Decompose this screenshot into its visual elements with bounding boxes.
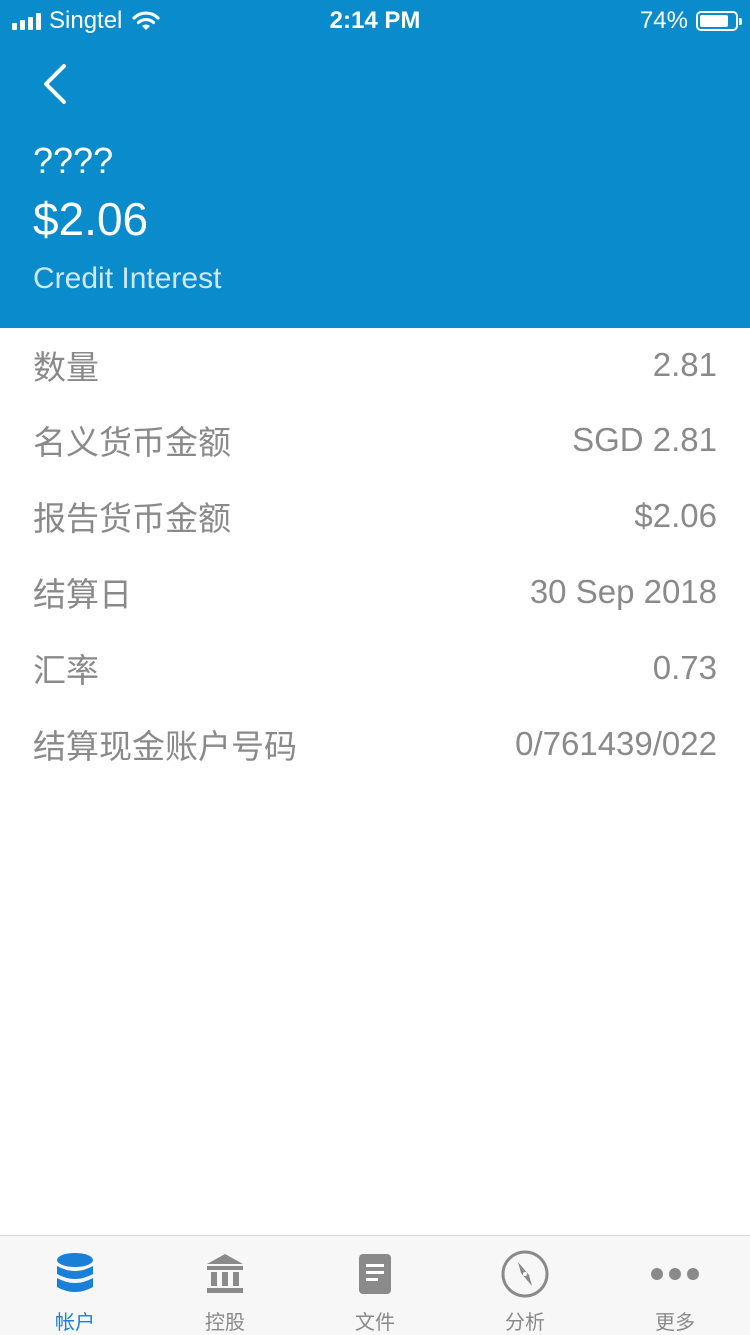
detail-label: 报告货币金额 [33, 500, 231, 537]
status-time: 2:14 PM [329, 7, 421, 34]
detail-row-settlement-date: 结算日 30 Sep 2018 [0, 554, 750, 630]
transaction-subtitle: ???? [33, 140, 114, 181]
detail-label: 汇率 [33, 652, 99, 689]
detail-label: 结算现金账户号码 [33, 728, 297, 765]
tab-documents[interactable]: 文件 [300, 1236, 450, 1335]
detail-row-reporting-amount: 报告货币金额 $2.06 [0, 478, 750, 554]
database-icon [57, 1253, 93, 1292]
detail-value: 0/761439/022 [515, 725, 717, 762]
detail-row-quantity: 数量 2.81 [0, 328, 750, 402]
compass-icon [501, 1250, 549, 1298]
transaction-amount: $2.06 [33, 193, 149, 245]
detail-row-exchange-rate: 汇率 0.73 [0, 630, 750, 706]
detail-label: 结算日 [33, 576, 132, 613]
status-right: 74% [639, 7, 742, 35]
tab-label: 更多 [655, 1312, 695, 1334]
detail-value: SGD 2.81 [572, 421, 717, 458]
transaction-details: 数量 2.81 名义货币金额 SGD 2.81 报告货币金额 $2.06 结算日… [0, 328, 750, 782]
detail-value: 0.73 [652, 649, 717, 686]
tab-accounts[interactable]: 帐户 [0, 1236, 150, 1335]
header: Singtel 2:14 PM 74% ???? $2.06 Credit In… [0, 0, 750, 328]
detail-label: 名义货币金额 [33, 424, 231, 461]
detail-row-nominal-amount: 名义货币金额 SGD 2.81 [0, 402, 750, 478]
tab-analysis[interactable]: 分析 [450, 1236, 600, 1335]
detail-value: 2.81 [652, 346, 717, 383]
chevron-left-icon [44, 64, 66, 104]
bank-icon [207, 1254, 243, 1293]
transaction-type: Credit Interest [33, 262, 222, 295]
detail-value: $2.06 [634, 497, 717, 534]
tab-label: 分析 [505, 1312, 545, 1334]
detail-value: 30 Sep 2018 [529, 573, 717, 610]
battery-icon [696, 11, 742, 31]
status-bar: Singtel 2:14 PM 74% [0, 0, 750, 40]
detail-label: 数量 [33, 349, 99, 386]
tab-label: 文件 [355, 1312, 395, 1334]
tab-more[interactable]: 更多 [600, 1236, 750, 1335]
tab-label: 控股 [205, 1312, 245, 1334]
more-icon [651, 1268, 699, 1280]
back-button[interactable] [34, 60, 78, 108]
detail-row-settlement-account: 结算现金账户号码 0/761439/022 [0, 706, 750, 782]
battery-percent: 74% [639, 7, 688, 34]
tab-label: 帐户 [55, 1312, 95, 1334]
tab-bar: 帐户 控股 文件 分析 更多 [0, 1235, 750, 1335]
document-icon [359, 1254, 391, 1294]
tab-holdings[interactable]: 控股 [150, 1236, 300, 1335]
